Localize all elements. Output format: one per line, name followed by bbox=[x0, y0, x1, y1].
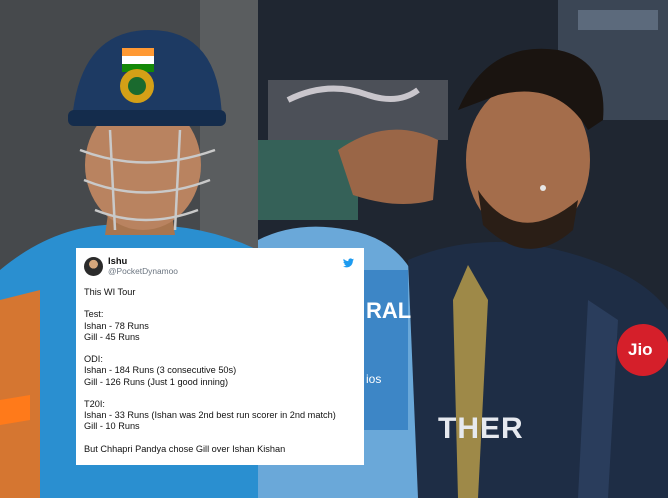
tweet-author: Ishu @PocketDynamoo bbox=[108, 254, 178, 277]
jersey-text-sleeve: RAL bbox=[366, 298, 412, 323]
tweet-line: Gill - 126 Runs (Just 1 good inning) bbox=[84, 376, 229, 387]
avatar bbox=[84, 256, 103, 276]
tweet-line: This WI Tour bbox=[84, 287, 136, 297]
tweet-header: Ishu @PocketDynamoo bbox=[84, 255, 356, 277]
user-handle: @PocketDynamoo bbox=[108, 266, 178, 277]
tweet-line: ODI: bbox=[84, 354, 103, 365]
display-name: Ishu bbox=[108, 254, 128, 266]
tweet-body: This WI Tour Test: Ishan - 78 Runs Gill … bbox=[84, 287, 356, 455]
tweet-line: Gill - 10 Runs bbox=[84, 421, 140, 432]
jersey-text-sponsor2: ios bbox=[366, 372, 382, 386]
tweet-line: But Chhapri Pandya chose Gill over Ishan… bbox=[84, 443, 286, 454]
tweet-line: T20I: bbox=[84, 398, 105, 409]
tweet-card: Ishu @PocketDynamoo This WI Tour Test: I… bbox=[76, 248, 364, 465]
tweet-line: Ishan - 184 Runs (3 consecutive 50s) bbox=[84, 365, 237, 376]
twitter-bird-icon bbox=[343, 258, 354, 268]
jersey-text-chest: THER bbox=[438, 412, 524, 445]
tweet-line: Ishan - 78 Runs bbox=[84, 320, 149, 331]
tweet-line: Test: bbox=[84, 309, 104, 320]
tweet-line: Gill - 45 Runs bbox=[84, 331, 140, 342]
jersey-sponsor-logo: Jio bbox=[628, 340, 653, 359]
tweet-line: Ishan - 33 Runs (Ishan was 2nd best run … bbox=[84, 410, 336, 421]
